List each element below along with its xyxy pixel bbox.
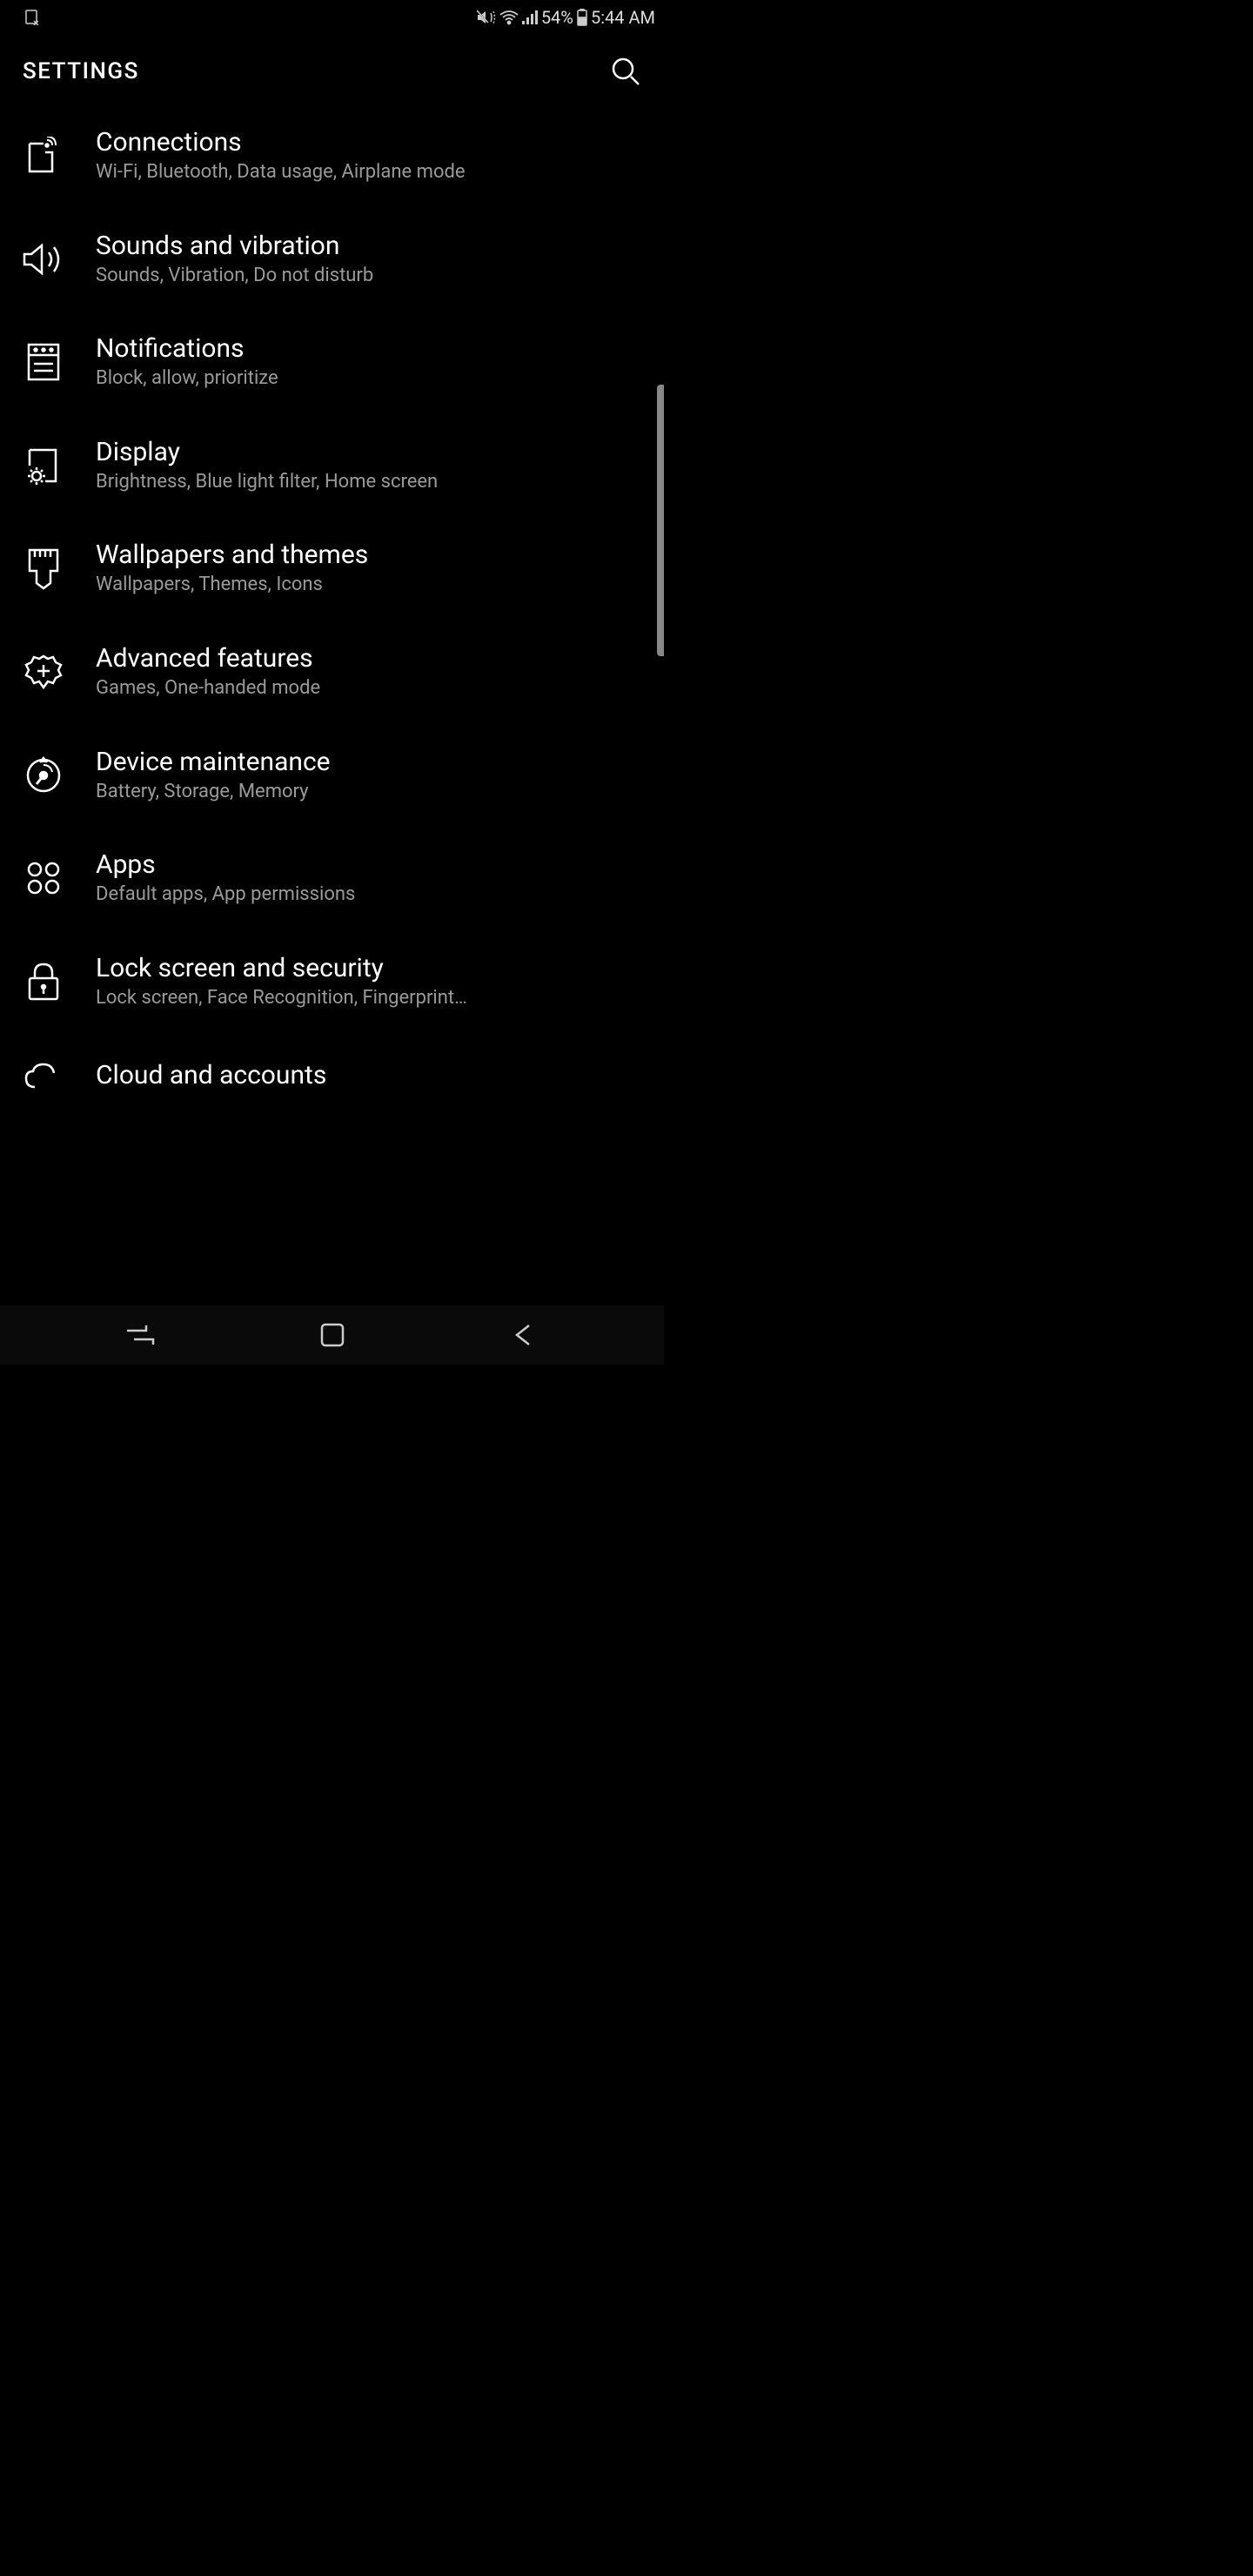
status-bar: 54% 5:44 AM xyxy=(0,0,664,35)
setting-title: Sounds and vibration xyxy=(96,231,641,262)
page-title: SETTINGS xyxy=(23,58,139,84)
home-button[interactable] xyxy=(315,1318,350,1352)
recent-apps-button[interactable] xyxy=(123,1318,157,1352)
signal-icon xyxy=(522,10,538,25)
wifi-icon xyxy=(499,10,519,25)
maintenance-icon xyxy=(23,755,64,796)
setting-title: Wallpapers and themes xyxy=(96,540,641,571)
battery-icon xyxy=(577,9,587,26)
setting-desc: Wallpapers, Themes, Icons xyxy=(96,573,641,598)
setting-desc: Wi-Fi, Bluetooth, Data usage, Airplane m… xyxy=(96,160,641,185)
apps-icon xyxy=(23,857,64,899)
mute-vibrate-icon xyxy=(477,10,496,25)
connections-icon xyxy=(23,135,64,177)
scroll-indicator[interactable] xyxy=(657,385,664,656)
setting-item-lockscreen[interactable]: Lock screen and security Lock screen, Fa… xyxy=(23,930,641,1034)
setting-desc: Block, allow, prioritize xyxy=(96,366,641,392)
setting-item-cloud[interactable]: Cloud and accounts xyxy=(23,1033,641,1097)
back-button[interactable] xyxy=(507,1318,542,1352)
setting-desc: Brightness, Blue light filter, Home scre… xyxy=(96,470,641,495)
setting-item-maintenance[interactable]: Device maintenance Battery, Storage, Mem… xyxy=(23,724,641,828)
setting-item-notifications[interactable]: Notifications Block, allow, prioritize xyxy=(23,311,641,414)
settings-list: Connections Wi-Fi, Bluetooth, Data usage… xyxy=(0,104,664,1097)
lock-icon xyxy=(23,961,64,1003)
notifications-icon xyxy=(23,341,64,383)
display-icon xyxy=(23,445,64,486)
nav-bar xyxy=(0,1305,664,1365)
setting-item-display[interactable]: Display Brightness, Blue light filter, H… xyxy=(23,414,641,518)
setting-title: Cloud and accounts xyxy=(96,1060,641,1091)
setting-item-sounds[interactable]: Sounds and vibration Sounds, Vibration, … xyxy=(23,208,641,312)
setting-desc: Battery, Storage, Memory xyxy=(96,780,641,805)
setting-title: Device maintenance xyxy=(96,747,641,778)
setting-desc: Default apps, App permissions xyxy=(96,882,641,908)
search-button[interactable] xyxy=(610,56,641,87)
setting-item-apps[interactable]: Apps Default apps, App permissions xyxy=(23,827,641,930)
setting-item-wallpapers[interactable]: Wallpapers and themes Wallpapers, Themes… xyxy=(23,517,641,621)
wallpapers-icon xyxy=(23,548,64,590)
setting-title: Display xyxy=(96,437,641,468)
header: SETTINGS xyxy=(0,35,664,104)
sim-icon xyxy=(24,10,38,25)
setting-desc: Games, One-handed mode xyxy=(96,676,641,701)
setting-item-advanced[interactable]: Advanced features Games, One-handed mode xyxy=(23,621,641,724)
setting-title: Connections xyxy=(96,127,641,158)
sound-icon xyxy=(23,238,64,280)
advanced-icon xyxy=(23,651,64,693)
setting-desc: Lock screen, Face Recognition, Fingerpri… xyxy=(96,986,641,1011)
setting-title: Lock screen and security xyxy=(96,953,641,984)
setting-item-connections[interactable]: Connections Wi-Fi, Bluetooth, Data usage… xyxy=(23,104,641,208)
status-time: 5:44 AM xyxy=(591,7,655,28)
cloud-icon xyxy=(23,1056,64,1097)
setting-title: Notifications xyxy=(96,333,641,365)
setting-desc: Sounds, Vibration, Do not disturb xyxy=(96,264,641,289)
setting-title: Apps xyxy=(96,849,641,881)
setting-title: Advanced features xyxy=(96,643,641,674)
battery-percent: 54% xyxy=(541,7,573,28)
